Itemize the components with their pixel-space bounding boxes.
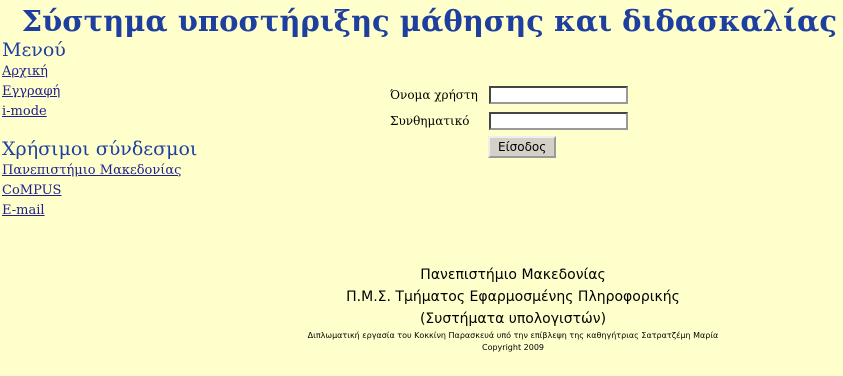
username-label: Όνομα χρήστη (390, 88, 478, 102)
menu-heading: Μενού (2, 39, 66, 61)
footer-program: Π.Μ.Σ. Τμήματος Εφαρμοσμένης Πληροφορική… (346, 289, 680, 305)
footer: Πανεπιστήμιο Μακεδονίας Π.Μ.Σ. Τμήματος … (280, 264, 746, 354)
page-title: Σύστημα υποστήριξης μάθησης και διδασκαλ… (21, 4, 837, 38)
submit-row: Είσοδος (390, 136, 628, 158)
footer-university: Πανεπιστήμιο Μακεδονίας (420, 267, 606, 283)
sidebar: Μενού Αρχική Εγγραφή i-mode Χρήσιμοι σύν… (2, 38, 222, 221)
menu-link-register[interactable]: Εγγραφή (2, 82, 222, 102)
useful-links-heading: Χρήσιμοι σύνδεσμοι (2, 138, 198, 160)
password-label: Συνθηματικό (390, 114, 470, 128)
password-input[interactable] (489, 112, 628, 130)
login-form: Όνομα χρήστη Συνθηματικό Είσοδος (390, 82, 628, 158)
footer-specialization: (Συστήματα υπολογιστών) (419, 311, 607, 327)
link-university-macedonia[interactable]: Πανεπιστήμιο Μακεδονίας (2, 161, 222, 181)
username-row: Όνομα χρήστη (390, 82, 628, 108)
username-input[interactable] (489, 86, 628, 104)
link-email[interactable]: E-mail (2, 201, 222, 221)
password-row: Συνθηματικό (390, 108, 628, 134)
footer-copyright: Copyright 2009 (482, 343, 544, 352)
menu-link-home[interactable]: Αρχική (2, 62, 222, 82)
link-compus[interactable]: CoMPUS (2, 181, 222, 201)
login-button[interactable]: Είσοδος (488, 136, 557, 158)
footer-credit: Διπλωματική εργασία του Κοκκίνη Παρασκευ… (307, 331, 719, 340)
menu-link-imode[interactable]: i-mode (2, 102, 222, 122)
